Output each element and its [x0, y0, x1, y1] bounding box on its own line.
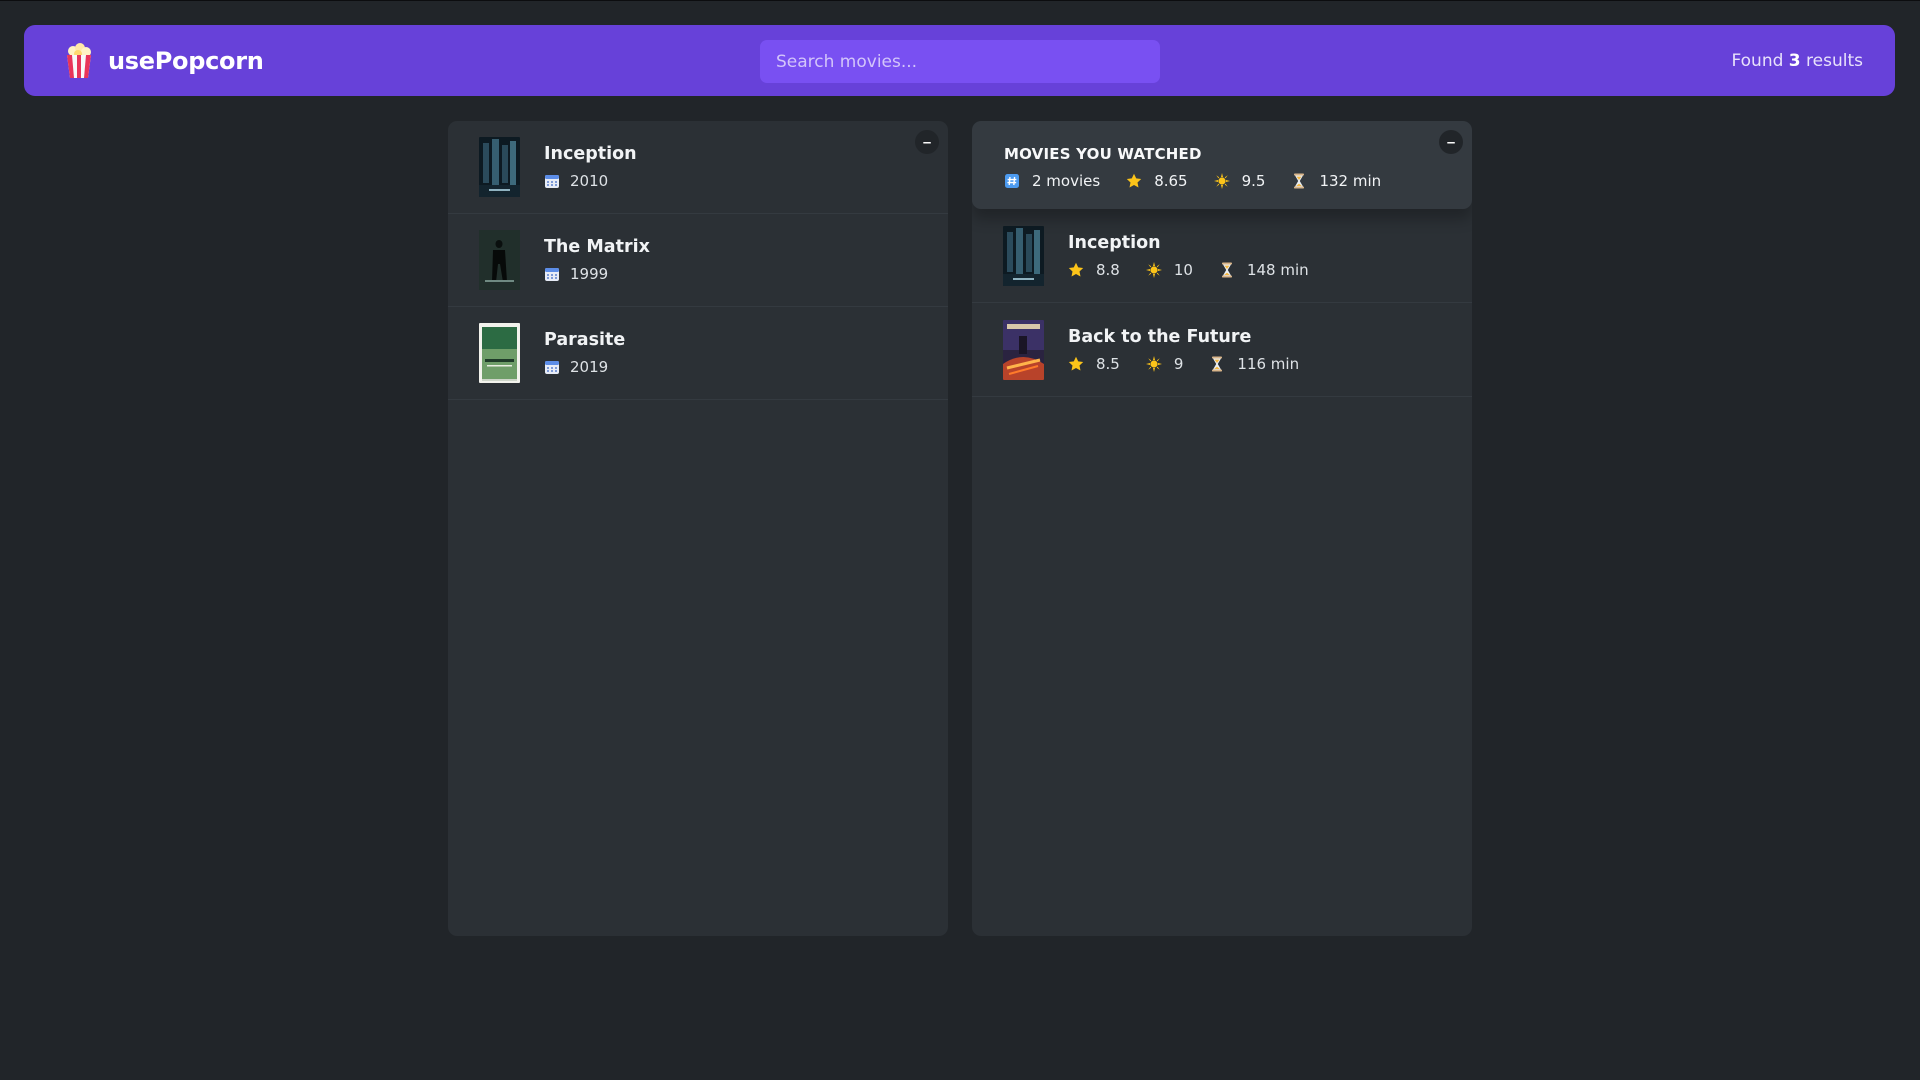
- sparkle-icon: [1145, 261, 1162, 278]
- parasite-poster: [479, 323, 520, 383]
- watched-runtime-value: 116 min: [1237, 354, 1300, 373]
- watched-runtime-value: 148 min: [1246, 260, 1309, 279]
- star-icon: [1068, 356, 1084, 370]
- movie-title: Inception: [544, 144, 637, 164]
- summary-imdb: 8.65: [1126, 172, 1188, 190]
- movie-title: Parasite: [544, 330, 626, 350]
- hourglass-icon: [1212, 356, 1223, 371]
- watched-imdb-value: 8.5: [1096, 354, 1120, 373]
- star-icon: [1127, 173, 1142, 188]
- watched-imdb: 8.8: [1068, 261, 1120, 279]
- movie-meta: 1999: [544, 265, 650, 283]
- watched-summary: Movies you watched 2 movies 8.65 9.5: [972, 121, 1472, 209]
- search-input[interactable]: [760, 40, 1160, 83]
- summary-runtime: 132 min: [1291, 172, 1381, 190]
- movie-year: 2010: [570, 172, 609, 190]
- watched-list: Inception 8.8 10 148 min Back to the Fut…: [972, 209, 1472, 397]
- navbar: usePopcorn Found 3 results: [24, 25, 1895, 96]
- results-number: 3: [1788, 50, 1801, 71]
- watched-meta: 8.8 10 148 min: [1068, 261, 1309, 279]
- movie-list-item[interactable]: The Matrix 1999: [448, 214, 948, 307]
- inception-poster: [1003, 225, 1044, 286]
- watched-user: 10: [1145, 260, 1193, 279]
- search-results-box: – Inception 2010 The Matrix 1999 Parasit…: [448, 121, 948, 936]
- summary-user-value: 9.5: [1241, 172, 1266, 190]
- sparkle-icon: [1145, 355, 1162, 372]
- summary-title: Movies you watched: [1004, 145, 1202, 163]
- watched-imdb: 8.5: [1068, 355, 1120, 373]
- watched-runtime: 116 min: [1209, 355, 1299, 373]
- movie-year: 2019: [570, 358, 609, 376]
- watched-info: Inception 8.8 10 148 min: [1068, 233, 1309, 279]
- page-top-edge: [0, 0, 1920, 1]
- hourglass-icon: [1221, 262, 1232, 277]
- collapse-results-button[interactable]: –: [915, 130, 939, 154]
- logo: usePopcorn: [64, 42, 464, 79]
- summary-count: 2 movies: [1004, 172, 1100, 190]
- matrix-poster: [479, 230, 520, 290]
- summary-user: 9.5: [1213, 172, 1266, 190]
- results-suffix: results: [1800, 50, 1863, 71]
- watched-runtime: 148 min: [1219, 261, 1309, 279]
- calendar-icon: [545, 361, 559, 374]
- inception-poster: [479, 137, 520, 197]
- watched-user-value: 10: [1173, 260, 1193, 279]
- movie-info: Inception 2010: [544, 144, 637, 190]
- hash-icon: [1005, 174, 1019, 188]
- watched-meta: 8.5 9 116 min: [1068, 355, 1299, 373]
- watched-imdb-value: 8.8: [1096, 260, 1120, 279]
- movie-list-item[interactable]: Inception 2010: [448, 121, 948, 214]
- movie-year: 1999: [570, 265, 609, 283]
- movie-list: Inception 2010 The Matrix 1999 Parasite …: [448, 121, 948, 400]
- watched-title: Back to the Future: [1068, 326, 1252, 347]
- calendar-icon: [545, 268, 559, 281]
- summary-count-value: 2 movies: [1032, 172, 1101, 190]
- summary-runtime-value: 132 min: [1319, 172, 1382, 190]
- star-icon: [1068, 262, 1084, 276]
- sparkle-icon: [1213, 173, 1230, 189]
- watched-title: Inception: [1068, 232, 1161, 253]
- app-name: usePopcorn: [108, 46, 264, 75]
- movie-info: Parasite 2019: [544, 330, 625, 376]
- results-prefix: Found: [1731, 50, 1789, 71]
- summary-imdb-value: 8.65: [1154, 172, 1188, 190]
- watched-box: – Movies you watched 2 movies 8.65: [972, 121, 1472, 936]
- watched-list-item[interactable]: Inception 8.8 10 148 min: [972, 209, 1472, 303]
- movie-info: The Matrix 1999: [544, 237, 650, 283]
- back-to-the-future-poster: [1003, 319, 1044, 380]
- watched-user: 9: [1145, 354, 1184, 373]
- watched-user-value: 9: [1173, 354, 1184, 373]
- watched-list-item[interactable]: Back to the Future 8.5 9 116 min: [972, 303, 1472, 397]
- search-container: [760, 40, 1160, 83]
- summary-stats: 2 movies 8.65 9.5 132 min: [1004, 172, 1441, 190]
- movie-list-item[interactable]: Parasite 2019: [448, 307, 948, 400]
- movie-meta: 2010: [544, 172, 637, 190]
- watched-info: Back to the Future 8.5 9 116 min: [1068, 327, 1299, 373]
- results-count: Found 3 results: [1731, 51, 1863, 71]
- calendar-icon: [545, 175, 559, 188]
- movie-title: The Matrix: [544, 237, 650, 257]
- popcorn-icon: [67, 42, 91, 78]
- collapse-watched-button[interactable]: –: [1439, 130, 1463, 154]
- hourglass-icon: [1294, 173, 1305, 189]
- movie-meta: 2019: [544, 358, 625, 376]
